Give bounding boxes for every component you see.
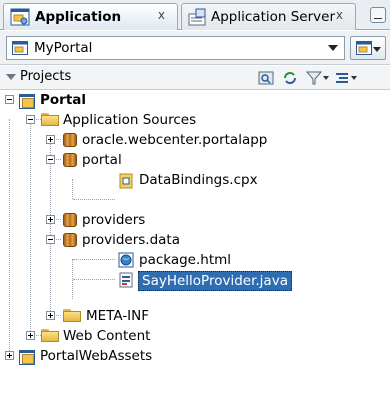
tree-connector	[73, 279, 115, 280]
tree-connector	[73, 259, 115, 260]
tree-item-package-html[interactable]: package.html	[139, 251, 231, 269]
tree-item-sayhelloprovider[interactable]: SayHelloProvider.java	[138, 271, 292, 291]
tree-item-portalwebassets[interactable]: PortalWebAssets	[40, 347, 152, 365]
filter-icon[interactable]	[306, 70, 322, 86]
folder-icon	[41, 329, 59, 342]
chevron-down-icon[interactable]	[323, 76, 329, 80]
expand-toggle[interactable]	[26, 331, 35, 340]
projects-panel-header[interactable]: Projects	[0, 66, 390, 90]
minimize-button[interactable]	[370, 7, 386, 23]
navigator-tab-bar: Application x Application Server x	[0, 0, 390, 30]
application-icon	[12, 41, 28, 55]
tab-label: Application	[35, 9, 122, 25]
project-icon	[19, 94, 35, 109]
package-icon	[63, 153, 77, 167]
tree-item-providers[interactable]: providers	[82, 211, 145, 229]
package-icon	[63, 213, 77, 227]
tree-connector	[50, 139, 51, 315]
folder-icon	[41, 113, 59, 126]
application-name: MyPortal	[34, 40, 93, 56]
tree-connector	[30, 119, 31, 335]
application-selector-bar: MyPortal	[0, 31, 390, 65]
expand-toggle[interactable]	[46, 135, 55, 144]
tree-item-meta-inf[interactable]: META-INF	[86, 307, 149, 325]
find-icon[interactable]	[258, 70, 274, 86]
tree-item-oracle-webcenter-portalapp[interactable]: oracle.webcenter.portalapp	[82, 131, 267, 149]
tree-item-application-sources[interactable]: Application Sources	[63, 111, 196, 129]
tree-item-portal[interactable]: Portal	[40, 91, 86, 109]
collapse-toggle[interactable]	[46, 235, 55, 244]
collapse-toggle[interactable]	[26, 115, 35, 124]
tree-connector	[9, 119, 10, 355]
java-file-icon	[119, 272, 133, 288]
application-menu-icon	[356, 41, 372, 55]
tree-connector	[73, 199, 115, 200]
close-icon[interactable]: x	[158, 8, 165, 22]
tree-item-portal-package[interactable]: portal	[82, 151, 122, 169]
chevron-down-icon	[328, 45, 338, 51]
tree-item-databindings[interactable]: DataBindings.cpx	[139, 171, 258, 189]
html-file-icon	[118, 252, 134, 268]
application-dropdown[interactable]: MyPortal	[6, 36, 345, 60]
expand-toggle[interactable]	[46, 215, 55, 224]
collapse-toggle[interactable]	[46, 155, 55, 164]
tab-application-server[interactable]: Application Server x	[181, 3, 356, 30]
tree-connector	[72, 179, 73, 199]
chevron-down-icon[interactable]	[351, 76, 357, 80]
folder-icon	[63, 309, 81, 322]
close-icon[interactable]: x	[336, 8, 343, 22]
projects-label: Projects	[20, 69, 72, 84]
refresh-icon[interactable]	[282, 70, 298, 86]
tree-item-providers-data[interactable]: providers.data	[82, 231, 180, 249]
application-server-icon	[188, 8, 206, 26]
tab-application[interactable]: Application x	[3, 3, 178, 30]
tab-label: Application Server	[211, 9, 335, 25]
application-menu-button[interactable]	[350, 36, 386, 60]
sort-icon[interactable]	[334, 70, 350, 86]
package-icon	[63, 133, 77, 147]
package-icon	[63, 233, 77, 247]
application-navigator-icon	[10, 8, 30, 26]
collapse-triangle-icon[interactable]	[6, 74, 16, 80]
tree-item-web-content[interactable]: Web Content	[63, 327, 150, 345]
expand-toggle[interactable]	[5, 351, 14, 360]
chevron-down-icon	[373, 47, 381, 52]
project-tree: Portal Application Sources oracle.webcen…	[0, 91, 390, 396]
project-icon	[19, 350, 35, 365]
collapse-toggle[interactable]	[5, 95, 14, 104]
expand-toggle[interactable]	[46, 311, 55, 320]
cpx-file-icon	[119, 173, 133, 189]
